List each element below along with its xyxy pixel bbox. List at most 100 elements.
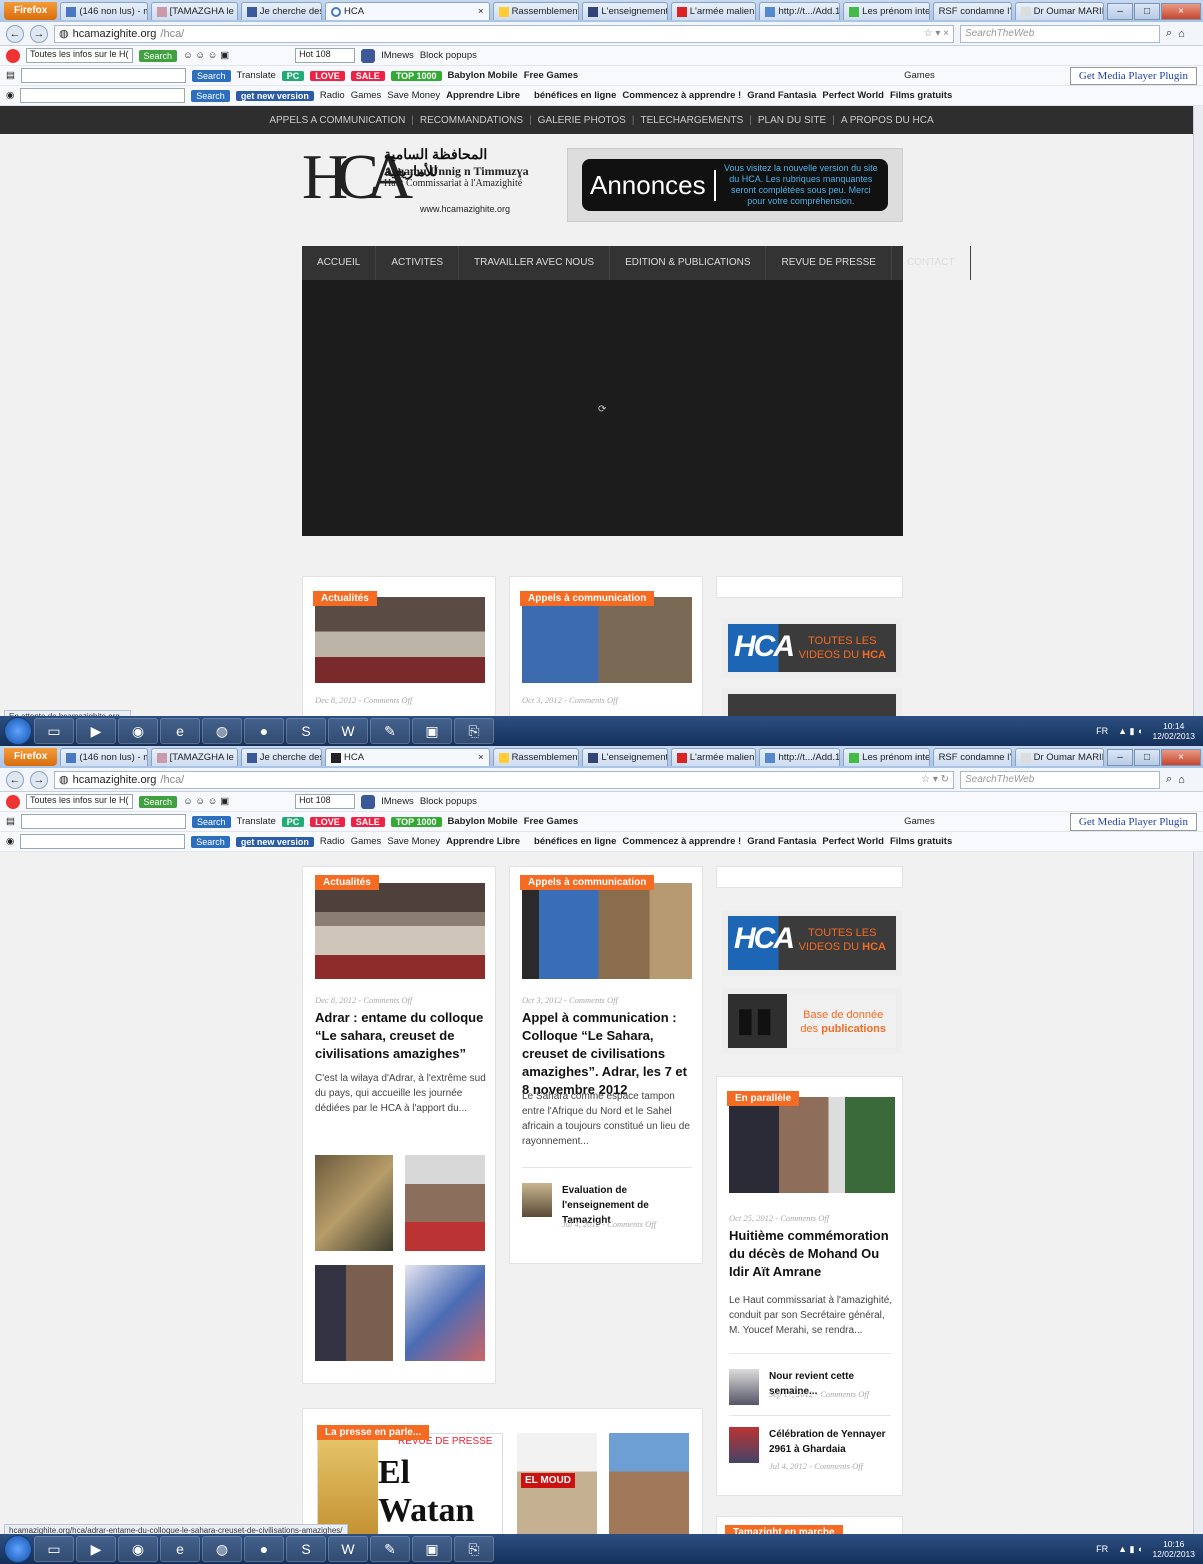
explorer-icon[interactable]: ▭ <box>34 1536 74 1562</box>
firefox-icon[interactable]: ◉ <box>118 718 158 744</box>
babylon-button[interactable]: Babylon Mobile <box>448 816 518 827</box>
paint-icon[interactable]: ✎ <box>370 1536 410 1562</box>
nav-item-activites[interactable]: ACTIVITES <box>376 246 460 280</box>
browser-tab-active[interactable]: HCA × <box>324 2 490 20</box>
hot-select[interactable]: Hot 108 <box>295 48 356 63</box>
toolbar3-search-input[interactable] <box>20 834 186 849</box>
browser-tab[interactable]: L'enseignement ... <box>582 748 668 766</box>
topmenu-link[interactable]: APPELS A COMMUNICATION <box>269 115 405 126</box>
category-badge[interactable]: Appels à communication <box>520 591 655 606</box>
benefices-link[interactable]: bénéfices en ligne <box>534 90 616 101</box>
media-icon[interactable]: ▶ <box>76 718 116 744</box>
free-games-button[interactable]: Free Games <box>524 816 578 827</box>
bookmark-star-icon[interactable]: ☆ ▾ ↻ <box>921 774 949 785</box>
benefices-link[interactable]: bénéfices en ligne <box>534 836 616 847</box>
top1000-button[interactable]: TOP 1000 <box>390 816 442 827</box>
search-button[interactable]: Search <box>191 89 230 102</box>
hca-tv-widget[interactable]: HCA TOUTES LES VIDEOS DU HCA <box>722 618 902 678</box>
explorer-icon[interactable]: ▭ <box>34 718 74 744</box>
search-button[interactable]: Search <box>191 835 230 848</box>
search-icon[interactable]: ⌕ <box>1166 773 1172 786</box>
press-thumbnail[interactable] <box>609 1433 689 1543</box>
app-icon[interactable]: ● <box>244 718 284 744</box>
maximize-icon[interactable]: □ <box>1134 748 1160 766</box>
free-games-button[interactable]: Free Games <box>524 70 578 81</box>
category-badge[interactable]: Actualités <box>313 591 377 606</box>
radio-button[interactable]: Radio <box>320 836 345 847</box>
gallery-thumbnail[interactable] <box>405 1155 485 1251</box>
browser-tab[interactable]: RSF condamne l'i... <box>932 2 1012 20</box>
facebook-icon[interactable] <box>361 48 376 63</box>
category-badge[interactable]: En parallèle <box>727 1091 800 1106</box>
games-button[interactable]: Games <box>904 70 935 81</box>
web-search-input[interactable]: SearchTheWeb <box>960 24 1160 43</box>
minimize-icon[interactable]: – <box>1107 2 1133 20</box>
pc-button[interactable]: PC <box>281 70 305 81</box>
browser-tab[interactable]: Rassemblement ... <box>492 748 580 766</box>
language-indicator[interactable]: FR <box>1096 726 1108 736</box>
ie-icon[interactable]: e <box>160 718 200 744</box>
close-window-icon[interactable]: × <box>1161 748 1201 766</box>
browser-tab[interactable]: Dr Oumar MARIK... <box>1014 2 1104 20</box>
facebook-icon[interactable] <box>361 794 376 809</box>
clock[interactable]: 10:14 12/02/2013 <box>1152 721 1195 741</box>
start-button[interactable] <box>4 1535 32 1563</box>
paint-icon[interactable]: ✎ <box>370 718 410 744</box>
image-viewer-icon[interactable]: ▣ <box>412 718 452 744</box>
pc-button[interactable]: PC <box>281 816 305 827</box>
block-popups-button[interactable]: Block popups <box>420 796 477 807</box>
page-scrollbar[interactable] <box>1193 106 1203 720</box>
browser-tab[interactable]: http://t.../Add.113 <box>759 2 841 20</box>
games-link[interactable]: Games <box>351 836 382 847</box>
image-viewer-icon[interactable]: ▣ <box>412 1536 452 1562</box>
article-title[interactable]: Adrar : entame du colloque “Le sahara, c… <box>315 1009 487 1063</box>
toolbar-search-button[interactable]: Search <box>138 49 178 62</box>
sale-button[interactable]: SALE <box>350 70 385 81</box>
press-thumbnail[interactable]: EL MOUD <box>517 1433 597 1543</box>
save-money-link[interactable]: Save Money <box>387 90 440 101</box>
toolbar-search-input[interactable] <box>20 814 186 829</box>
skype-icon[interactable]: S <box>286 718 326 744</box>
media-player-plugin-button[interactable]: Get Media Player Plugin <box>1069 66 1197 85</box>
news-select[interactable]: Toutes les infos sur le H( <box>26 794 133 809</box>
get-new-version-button[interactable]: get new version <box>235 90 314 101</box>
search-go-button[interactable]: Search <box>191 69 231 82</box>
apprendre-link[interactable]: Apprendre Libre <box>446 836 520 847</box>
browser-tab[interactable]: Rassemblement ... <box>492 2 580 20</box>
site-logo[interactable]: HCA المحافظة السامية للأمازيغية Asqamu U… <box>302 142 542 222</box>
tray-icons[interactable]: ▲ ▮ ◖ <box>1118 726 1142 737</box>
gallery-thumbnail[interactable] <box>315 1265 393 1361</box>
chrome-icon[interactable]: ◍ <box>202 1536 242 1562</box>
category-badge[interactable]: La presse en parle... <box>317 1425 430 1440</box>
skype-icon[interactable]: S <box>286 1536 326 1562</box>
commencez-link[interactable]: Commencez à apprendre ! <box>622 836 741 847</box>
firefox-icon[interactable]: ◉ <box>118 1536 158 1562</box>
firefox-menu-button[interactable]: Firefox <box>4 2 58 20</box>
firefox-menu-button[interactable]: Firefox <box>4 748 58 766</box>
bookmark-star-icon[interactable]: ☆ ▾ × <box>924 28 949 39</box>
love-button[interactable]: LOVE <box>310 816 345 827</box>
close-tab-icon[interactable]: × <box>478 752 484 763</box>
close-window-icon[interactable]: × <box>1161 2 1201 20</box>
nav-item-accueil[interactable]: ACCUEIL <box>302 246 377 280</box>
gallery-thumbnail[interactable] <box>405 1265 485 1361</box>
save-money-link[interactable]: Save Money <box>387 836 440 847</box>
publications-widget[interactable]: ▮▮ Base de donnée des publications <box>722 988 902 1054</box>
browser-tab[interactable]: Les prénom inter... <box>843 2 930 20</box>
topmenu-link[interactable]: GALERIE PHOTOS <box>538 115 626 126</box>
hot-select[interactable]: Hot 108 <box>295 794 356 809</box>
forward-icon[interactable]: → <box>30 24 48 43</box>
category-badge[interactable]: Actualités <box>315 875 379 890</box>
toolbar-search-button[interactable]: Search <box>138 795 178 808</box>
web-search-input[interactable]: SearchTheWeb <box>960 770 1160 789</box>
browser-tab[interactable]: [TAMAZGHA le s... <box>150 748 238 766</box>
commencez-link[interactable]: Commencez à apprendre ! <box>622 90 741 101</box>
block-popups-button[interactable]: Block popups <box>420 50 477 61</box>
url-bar[interactable]: ◍ hcamazighite.org/hca/ ☆ ▾ ↻ <box>54 770 954 789</box>
browser-tab-active[interactable]: HCA × <box>324 748 490 766</box>
topmenu-link[interactable]: RECOMMANDATIONS <box>420 115 523 126</box>
language-indicator[interactable]: FR <box>1096 1544 1108 1554</box>
browser-tab[interactable]: (146 non lus) - m... <box>60 748 148 766</box>
app-icon[interactable]: ● <box>244 1536 284 1562</box>
browser-tab[interactable]: http://t.../Add.113 <box>759 748 841 766</box>
